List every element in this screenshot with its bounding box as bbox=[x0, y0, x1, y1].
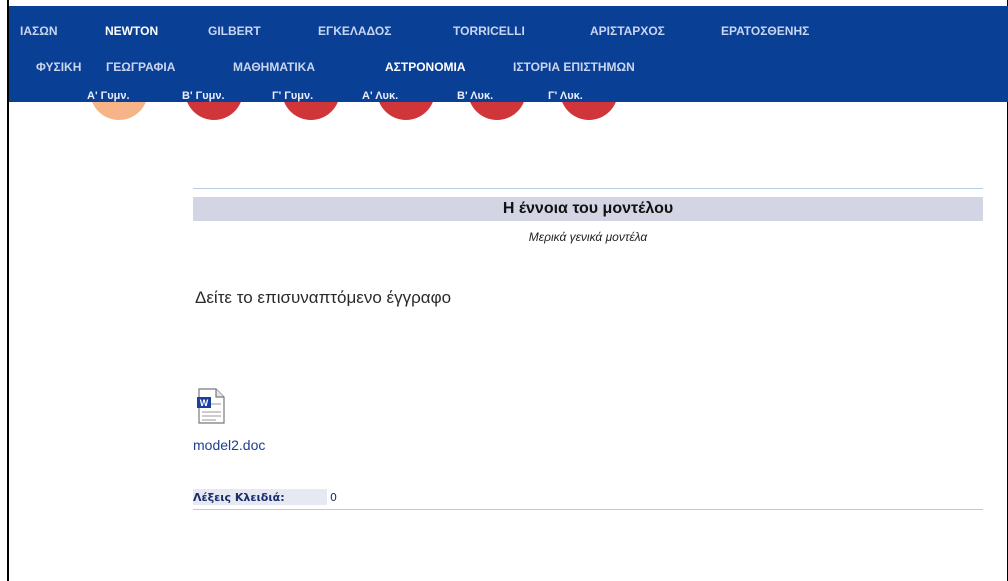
nav-grade-a-gym[interactable]: Α' Γυμν. bbox=[87, 90, 130, 102]
grade-tab-a-gym[interactable] bbox=[90, 102, 148, 120]
grade-tabs bbox=[9, 102, 1008, 142]
title-band: Η έννοια του μοντέλου bbox=[193, 197, 983, 221]
nav-enkelados[interactable]: ΕΓΚΕΛΑΔΟΣ bbox=[318, 24, 391, 38]
page-title: Η έννοια του μοντέλου bbox=[502, 200, 674, 217]
nav-grade-c-gym[interactable]: Γ' Γυμν. bbox=[272, 90, 313, 102]
content-divider-top bbox=[193, 188, 983, 189]
nav-iason[interactable]: ΙΑΣΩΝ bbox=[20, 24, 58, 38]
grade-tab-c-lyk[interactable] bbox=[560, 102, 618, 120]
nav-aristarchos[interactable]: ΑΡΙΣΤΑΡΧΟΣ bbox=[590, 24, 665, 38]
keywords-label: Λέξεις Κλειδιά: bbox=[193, 491, 285, 504]
attachment-link[interactable]: model2.doc bbox=[193, 437, 265, 453]
nav-gilbert[interactable]: GILBERT bbox=[208, 24, 261, 38]
article-body: Δείτε το επισυναπτόμενο έγγραφο bbox=[195, 288, 452, 307]
nav-mathematics[interactable]: ΜΑΘΗΜΑΤΙΚΑ bbox=[233, 60, 315, 74]
page-subtitle: Μερικά γενικά μοντέλα bbox=[528, 230, 648, 244]
nav-grade-a-lyk[interactable]: Α' Λυκ. bbox=[362, 90, 398, 102]
nav-history-of-science[interactable]: ΙΣΤΟΡΙΑ ΕΠΙΣΤΗΜΩΝ bbox=[513, 60, 635, 74]
content-divider-bottom bbox=[193, 509, 983, 510]
nav-geography[interactable]: ΓΕΩΓΡΑΦΙΑ bbox=[106, 60, 175, 74]
word-document-icon[interactable]: W bbox=[196, 388, 226, 424]
grade-tab-b-lyk[interactable] bbox=[468, 102, 526, 120]
svg-text:W: W bbox=[200, 398, 209, 408]
nav-grade-c-lyk[interactable]: Γ' Λυκ. bbox=[548, 90, 583, 102]
nav-eratosthenes[interactable]: ΕΡΑΤΟΣΘΕΝΗΣ bbox=[721, 24, 809, 38]
nav-astronomy[interactable]: ΑΣΤΡΟΝΟΜΙΑ bbox=[385, 60, 466, 74]
grade-tab-c-gym[interactable] bbox=[282, 102, 340, 120]
keywords-value: 0 bbox=[330, 491, 337, 504]
nav-grade-b-gym[interactable]: Β' Γυμν. bbox=[182, 90, 225, 102]
nav-newton[interactable]: NEWTON bbox=[105, 24, 158, 38]
navigation-header: ΙΑΣΩΝ NEWTON GILBERT ΕΓΚΕΛΑΔΟΣ TORRICELL… bbox=[9, 6, 1008, 102]
nav-grade-b-lyk[interactable]: Β' Λυκ. bbox=[457, 90, 493, 102]
grade-tab-a-lyk[interactable] bbox=[377, 102, 435, 120]
nav-physics[interactable]: ΦΥΣΙΚΗ bbox=[36, 60, 81, 74]
nav-torricelli[interactable]: TORRICELLI bbox=[453, 24, 525, 38]
grade-tab-b-gym[interactable] bbox=[185, 102, 243, 120]
